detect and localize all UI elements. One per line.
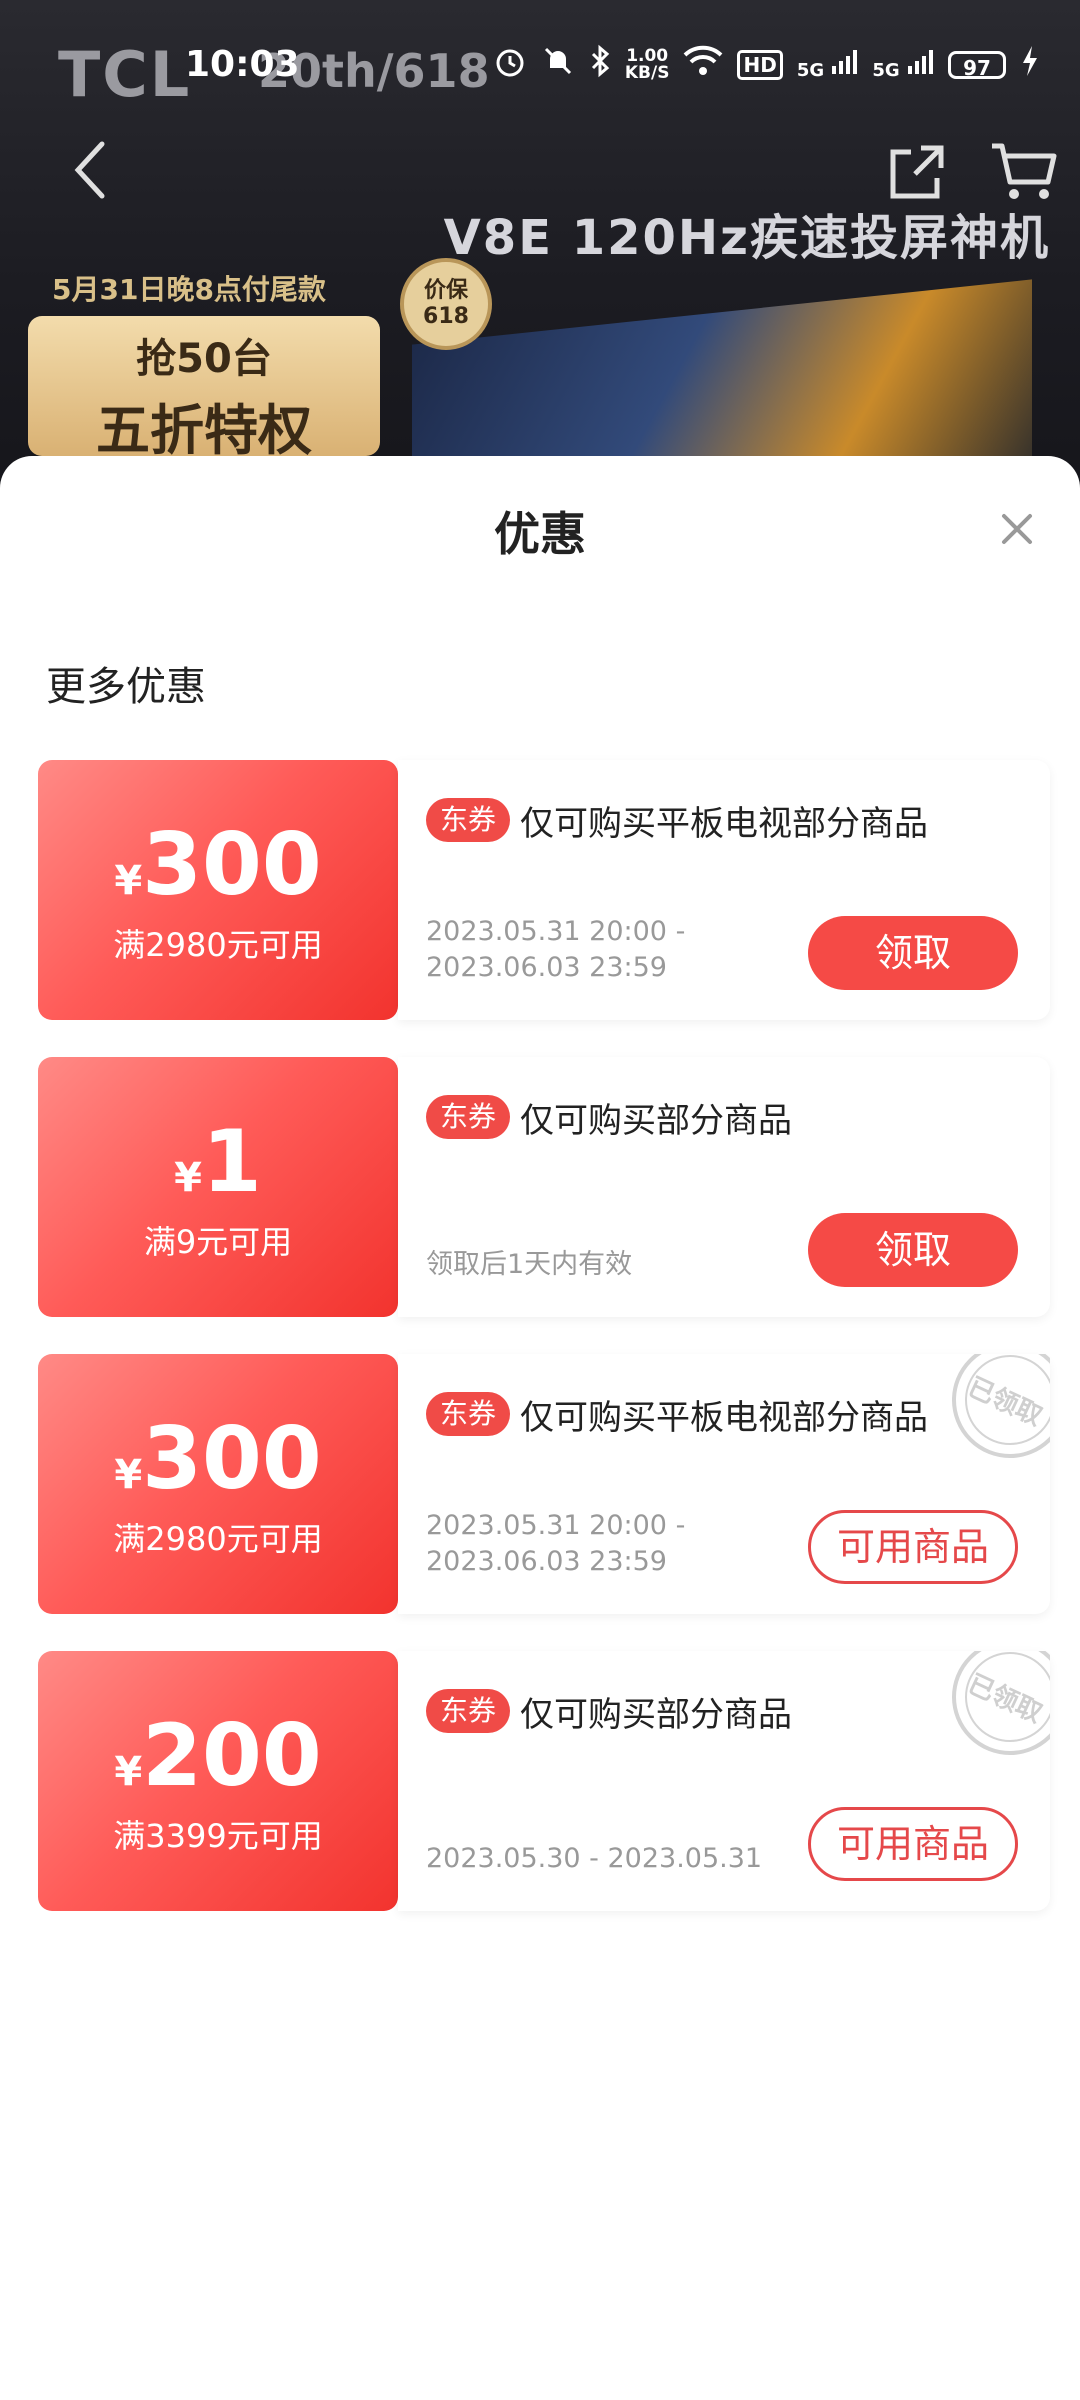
- coupon-condition: 满3399元可用: [113, 1817, 323, 1855]
- section-title: 更多优惠: [46, 664, 206, 710]
- coupon-description: 仅可购买平板电视部分商品: [520, 1398, 928, 1438]
- coupon-condition: 满2980元可用: [113, 1520, 323, 1558]
- coupon-detail-panel: 已领取 东券 仅可购买平板电视部分商品 2023.05.31 20:00 - 2…: [398, 1354, 1050, 1614]
- svg-text:已领取: 已领取: [963, 1668, 1047, 1729]
- signal-5g-icon: 5G: [797, 48, 859, 81]
- product-title: V8E 120Hz疾速投屏神机: [443, 210, 1050, 266]
- coupon-tag: 东券: [426, 798, 511, 842]
- coupon-card: ¥300 满2980元可用 已领取 东券 仅可购买平板电视部分商品 2023.0…: [38, 1354, 1050, 1614]
- available-goods-button[interactable]: 可用商品: [808, 1807, 1018, 1881]
- brand-logo: TCL: [58, 38, 192, 111]
- coupon-validity: 2023.05.30 - 2023.05.31: [426, 1843, 763, 1874]
- promo-badge-line2: 五折特权: [96, 399, 312, 462]
- coupon-tag: 东券: [426, 1095, 511, 1139]
- claimed-stamp: 已领取: [930, 1651, 1050, 1771]
- svg-text:已领取: 已领取: [963, 1371, 1047, 1432]
- coupon-amount: ¥300: [114, 815, 322, 915]
- coupon-condition: 满2980元可用: [113, 926, 323, 964]
- wifi-icon: [683, 45, 723, 84]
- coupon-description: 仅可购买部分商品: [520, 1101, 792, 1141]
- share-icon[interactable]: [885, 140, 949, 204]
- sheet-title: 优惠: [494, 507, 586, 561]
- coupon-value-panel: ¥300 满2980元可用: [38, 760, 398, 1020]
- claim-button[interactable]: 领取: [808, 1213, 1018, 1287]
- coupon-amount: ¥300: [114, 1409, 322, 1509]
- coupon-condition: 满9元可用: [143, 1223, 293, 1261]
- coupon-sheet: 优惠 更多优惠 ¥300 满2980元可用 东券 仅可购买平板电视部分商品 20…: [0, 456, 1080, 2400]
- price-protect-badge: 价保 618: [400, 258, 492, 350]
- coupon-validity: 2023.05.31 20:00 - 2023.06.03 23:59: [426, 1510, 686, 1577]
- coupon-detail-panel: 东券 仅可购买部分商品 领取后1天内有效 领取: [398, 1057, 1050, 1317]
- status-time: 10:03: [185, 44, 300, 85]
- battery-icon: 97: [948, 50, 1006, 80]
- coupon-card: ¥1 满9元可用 东券 仅可购买部分商品 领取后1天内有效 领取: [38, 1057, 1050, 1317]
- signal-5g-icon-2: 5G: [872, 48, 934, 81]
- coupon-validity: 领取后1天内有效: [426, 1249, 633, 1280]
- claim-button[interactable]: 领取: [808, 916, 1018, 990]
- back-icon[interactable]: [70, 140, 110, 200]
- coupon-value-panel: ¥200 满3399元可用: [38, 1651, 398, 1911]
- status-icons: 1.00 KB/S HD 5G 5G 97: [493, 44, 1040, 85]
- hd-icon: HD: [737, 49, 783, 80]
- charging-icon: [1020, 44, 1040, 85]
- coupon-description: 仅可购买平板电视部分商品: [520, 804, 928, 844]
- promo-date: 5月31日晚8点付尾款: [52, 273, 326, 306]
- network-speed: 1.00 KB/S: [624, 45, 670, 83]
- product-banner: TCL 20th/618 10:03 1.00 KB/S HD 5G 5G 97: [0, 0, 1080, 520]
- claimed-stamp: 已领取: [930, 1354, 1050, 1474]
- close-icon[interactable]: [992, 504, 1042, 554]
- alarm-icon: [493, 44, 527, 85]
- coupon-tag: 东券: [426, 1392, 511, 1436]
- coupon-amount: ¥200: [114, 1706, 322, 1806]
- promo-badge: 抢50台 五折特权: [28, 316, 380, 462]
- promo-badge-line1: 抢50台: [136, 336, 272, 382]
- coupon-tag: 东券: [426, 1689, 511, 1733]
- coupon-validity: 2023.05.31 20:00 - 2023.06.03 23:59: [426, 916, 686, 983]
- coupon-value-panel: ¥300 满2980元可用: [38, 1354, 398, 1614]
- mute-bell-icon: [541, 44, 575, 85]
- coupon-description: 仅可购买部分商品: [520, 1695, 792, 1735]
- coupon-amount: ¥1: [174, 1112, 262, 1212]
- coupon-detail-panel: 东券 仅可购买平板电视部分商品 2023.05.31 20:00 - 2023.…: [398, 760, 1050, 1020]
- coupon-detail-panel: 已领取 东券 仅可购买部分商品 2023.05.30 - 2023.05.31 …: [398, 1651, 1050, 1911]
- coupon-card: ¥200 满3399元可用 已领取 东券 仅可购买部分商品 2023.05.30…: [38, 1651, 1050, 1911]
- cart-icon[interactable]: [988, 140, 1058, 204]
- coupon-card: ¥300 满2980元可用 东券 仅可购买平板电视部分商品 2023.05.31…: [38, 760, 1050, 1020]
- available-goods-button[interactable]: 可用商品: [808, 1510, 1018, 1584]
- coupon-value-panel: ¥1 满9元可用: [38, 1057, 398, 1317]
- bluetooth-icon: [589, 44, 611, 85]
